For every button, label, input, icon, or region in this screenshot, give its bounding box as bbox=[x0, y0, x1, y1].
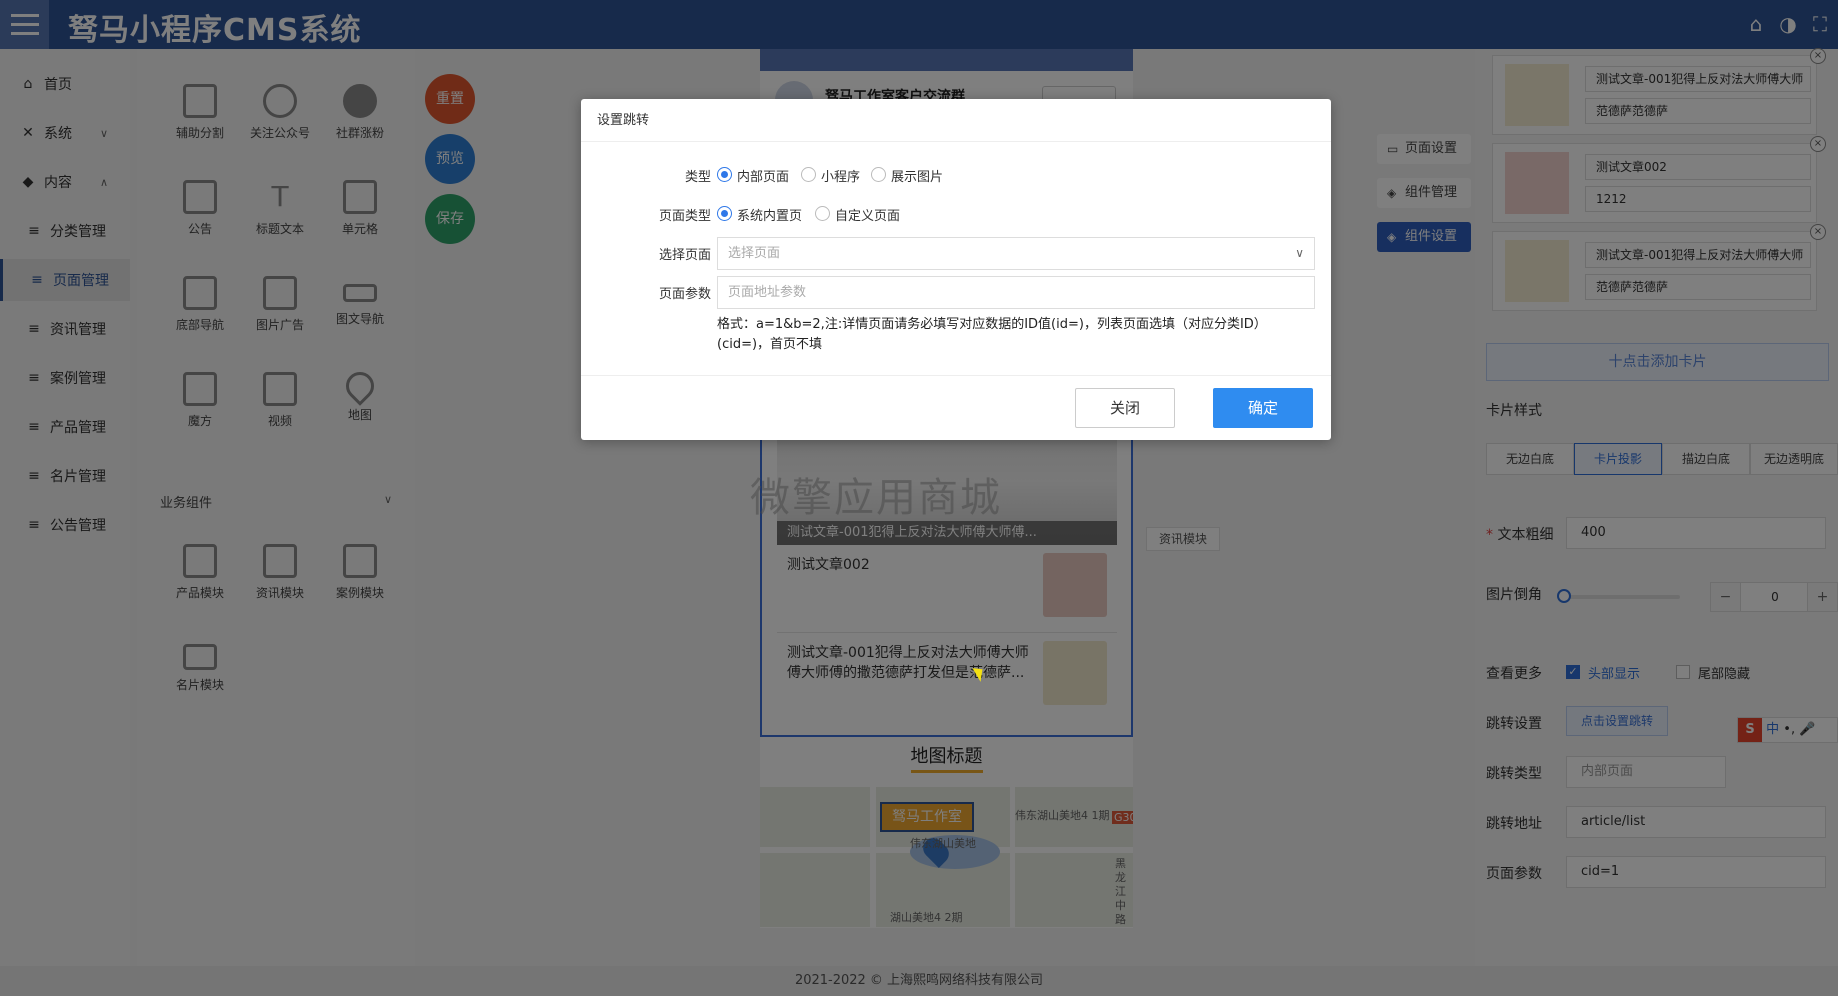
page-params-field[interactable]: 页面地址参数 bbox=[717, 276, 1315, 309]
chevron-down-icon: ∨ bbox=[1295, 246, 1304, 260]
page-type-custom-label[interactable]: 自定义页面 bbox=[835, 205, 900, 224]
page-type-custom-radio[interactable] bbox=[815, 206, 830, 221]
page-params-label: 页面参数 bbox=[658, 287, 711, 302]
params-hint: 格式：a=1&b=2,注:详情页面请务必填写对应数据的ID值(id=)，列表页面… bbox=[717, 317, 1267, 352]
type-internal-radio[interactable] bbox=[717, 167, 732, 182]
type-image-radio[interactable] bbox=[871, 167, 886, 182]
page-type-label: 页面类型 bbox=[658, 209, 711, 224]
select-page-label: 选择页面 bbox=[658, 248, 711, 263]
type-miniprogram-radio[interactable] bbox=[801, 167, 816, 182]
type-image-label[interactable]: 展示图片 bbox=[891, 166, 943, 185]
dialog-title: 设置跳转 bbox=[581, 99, 1331, 142]
page-type-system-radio[interactable] bbox=[717, 206, 732, 221]
type-internal-label[interactable]: 内部页面 bbox=[737, 166, 789, 185]
page-type-system-label[interactable]: 系统内置页 bbox=[737, 205, 802, 224]
close-button[interactable]: 关闭 bbox=[1075, 388, 1175, 428]
type-label: 类型 bbox=[684, 170, 711, 185]
confirm-button[interactable]: 确定 bbox=[1213, 388, 1313, 428]
select-page-dropdown[interactable]: 选择页面 ∨ bbox=[717, 237, 1315, 270]
type-miniprogram-label[interactable]: 小程序 bbox=[821, 166, 860, 185]
set-jump-dialog: 设置跳转 类型 内部页面 小程序 展示图片 页面类型 系统内置页 自定义页面 选… bbox=[581, 99, 1331, 440]
dialog-divider bbox=[581, 375, 1331, 376]
